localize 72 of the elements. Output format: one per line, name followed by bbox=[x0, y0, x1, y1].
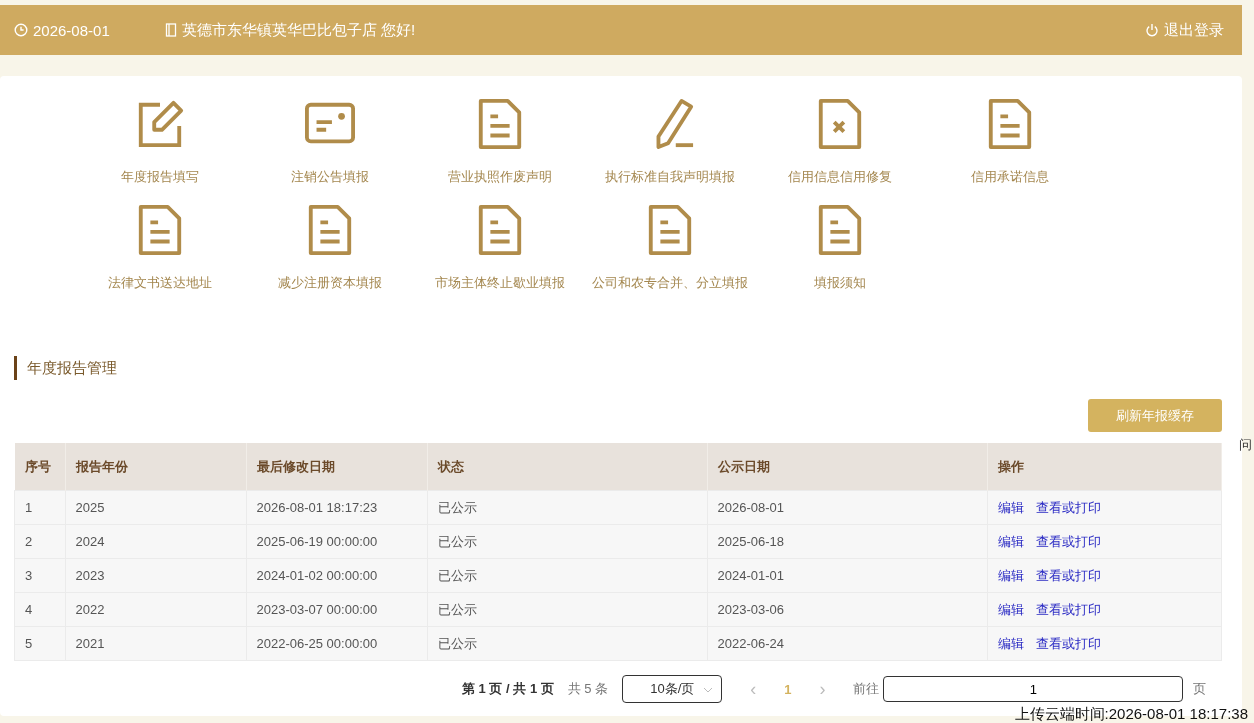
action-link[interactable]: 查看或打印 bbox=[1035, 601, 1101, 617]
shortcut-link[interactable]: 法律文书送达地址 bbox=[75, 204, 245, 292]
table-cell: 2 bbox=[14, 524, 65, 559]
date-text: 2026-08-01 bbox=[33, 21, 110, 39]
upload-time: 上传云端时间:2026-08-01 18:17:38 bbox=[1014, 706, 1248, 722]
page-input[interactable]: 1 bbox=[883, 676, 1184, 702]
table-cell: 已公示 bbox=[427, 558, 707, 593]
table-cell: 2022-06-25 00:00:00 bbox=[246, 626, 427, 661]
table-cell: 4 bbox=[14, 592, 65, 627]
goto-label: 前往 bbox=[853, 680, 880, 698]
table-cell: 已公示 bbox=[427, 524, 707, 559]
page-summary: 第 1 页 / 共 1 页 bbox=[462, 680, 554, 698]
table-cell: 已公示 bbox=[427, 592, 707, 627]
table-cell: 2024-01-02 00:00:00 bbox=[246, 558, 427, 593]
table-cell: 已公示 bbox=[427, 490, 707, 525]
shortcut-link[interactable]: 注销公告填报 bbox=[245, 98, 415, 186]
shortcut-link[interactable]: 营业执照作废声明 bbox=[415, 98, 585, 186]
page-number[interactable]: 1 bbox=[784, 681, 792, 697]
action-link[interactable]: 编辑 bbox=[997, 567, 1024, 583]
table-cell: 2023-03-07 00:00:00 bbox=[246, 592, 427, 627]
section-title: 年度报告管理 bbox=[14, 356, 1222, 380]
table-cell: 2026-08-01 18:17:23 bbox=[246, 490, 427, 525]
caret-icon bbox=[703, 687, 714, 693]
side-text: 问 bbox=[1239, 436, 1252, 454]
shortcut-link[interactable]: 减少注册资本填报 bbox=[245, 204, 415, 292]
action-link[interactable]: 编辑 bbox=[997, 601, 1024, 617]
table-cell: 已公示 bbox=[427, 626, 707, 661]
action-link[interactable]: 编辑 bbox=[997, 499, 1024, 515]
table-cell: 2025 bbox=[65, 490, 246, 525]
table-cell: 2025-06-19 00:00:00 bbox=[246, 524, 427, 559]
clock-icon bbox=[14, 23, 28, 37]
column-header: 序号 bbox=[14, 443, 65, 491]
column-header: 公示日期 bbox=[707, 443, 987, 491]
refresh-button[interactable]: 刷新年报缓存 bbox=[1088, 399, 1222, 432]
power-icon bbox=[1145, 23, 1159, 37]
shortcut-link[interactable]: 填报须知 bbox=[755, 204, 925, 292]
shortcut-link[interactable]: 公司和农专合并、分立填报 bbox=[585, 204, 755, 292]
shortcut-link[interactable]: 市场主体终止歇业填报 bbox=[415, 204, 585, 292]
table-cell: 2022-06-24 bbox=[707, 626, 987, 661]
column-header: 报告年份 bbox=[65, 443, 246, 491]
table-cell: 2026-08-01 bbox=[707, 490, 987, 525]
shortcut-link[interactable]: 执行标准自我声明填报 bbox=[585, 98, 755, 186]
action-link[interactable]: 查看或打印 bbox=[1035, 499, 1101, 515]
table-cell: 3 bbox=[14, 558, 65, 593]
shortcut-link[interactable]: 年度报告填写 bbox=[75, 98, 245, 186]
action-link[interactable]: 查看或打印 bbox=[1035, 567, 1101, 583]
page-size-select[interactable]: 10条/页 bbox=[622, 675, 723, 703]
total-count: 共 5 条 bbox=[567, 680, 609, 698]
table-cell: 2021 bbox=[65, 626, 246, 661]
next-page-button[interactable]: › bbox=[815, 678, 830, 700]
page-suffix: 页 bbox=[1193, 680, 1207, 698]
column-header: 操作 bbox=[987, 443, 1222, 491]
column-header: 最后修改日期 bbox=[246, 443, 427, 491]
action-link[interactable]: 编辑 bbox=[997, 533, 1024, 549]
table-cell: 2025-06-18 bbox=[707, 524, 987, 559]
action-link[interactable]: 查看或打印 bbox=[1035, 635, 1101, 651]
table-cell: 1 bbox=[14, 490, 65, 525]
shortcut-link[interactable]: 信用信息信用修复 bbox=[755, 98, 925, 186]
table-cell: 2024 bbox=[65, 524, 246, 559]
previous-page-button[interactable]: ‹ bbox=[746, 678, 761, 700]
action-link[interactable]: 查看或打印 bbox=[1035, 533, 1101, 549]
table-cell: 2024-01-01 bbox=[707, 558, 987, 593]
table-cell: 2022 bbox=[65, 592, 246, 627]
table-cell: 5 bbox=[14, 626, 65, 661]
greeting-text: 英德市东华镇英华巴比包子店 您好! bbox=[181, 20, 416, 40]
column-header: 状态 bbox=[427, 443, 707, 491]
table-cell: 2023-03-06 bbox=[707, 592, 987, 627]
logout-link[interactable]: 退出登录 bbox=[1145, 20, 1224, 40]
shortcut-link[interactable]: 信用承诺信息 bbox=[925, 98, 1095, 186]
notebook-icon bbox=[164, 23, 177, 37]
action-link[interactable]: 编辑 bbox=[997, 635, 1024, 651]
table-cell: 2023 bbox=[65, 558, 246, 593]
